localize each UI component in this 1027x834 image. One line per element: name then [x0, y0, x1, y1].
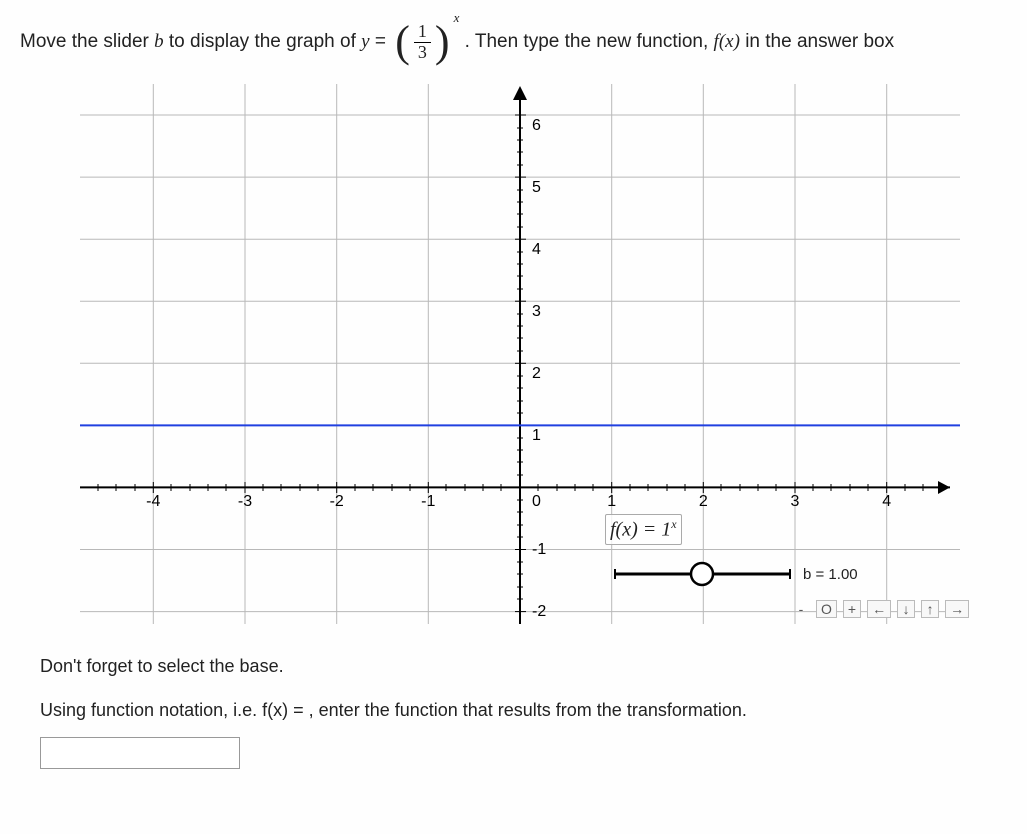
coordinate-plane[interactable]: -4 -3 -2 -1 0 1 2 3 4 -2 -1 1 2 3 4 5 6: [80, 84, 960, 624]
x-tick-0: 0: [532, 493, 541, 510]
y-tick-3: 3: [532, 303, 541, 320]
x-tick--3: -3: [238, 493, 252, 510]
instr-part3: . Then type the new function,: [465, 31, 714, 52]
reminder-text: Don't forget to select the base.: [40, 649, 987, 683]
function-label: f(x) = 1x: [605, 514, 682, 545]
zoom-in-button[interactable]: +: [843, 600, 861, 618]
y-tick-1: 1: [532, 427, 541, 444]
var-y: y: [361, 31, 369, 52]
x-tick-4: 4: [882, 493, 891, 510]
prompt-text: Using function notation, i.e. f(x) = , e…: [40, 693, 987, 727]
denominator: 3: [414, 43, 431, 63]
x-tick-3: 3: [791, 493, 800, 510]
instr-part2: to display the graph of: [169, 31, 361, 52]
instr-part4: in the answer box: [745, 31, 894, 52]
y-tick--2: -2: [532, 603, 546, 620]
prompt-a: Using function notation, i.e.: [40, 700, 262, 720]
graph-panel[interactable]: -4 -3 -2 -1 0 1 2 3 4 -2 -1 1 2 3 4 5 6: [80, 84, 960, 624]
right-paren: ): [435, 20, 450, 64]
var-b: b: [154, 31, 164, 52]
pan-up-button[interactable]: ↑: [921, 600, 939, 618]
exponent-x: x: [454, 10, 460, 25]
left-paren: (: [395, 20, 410, 64]
pan-left-button[interactable]: ←: [867, 600, 891, 618]
prompt-fx: f(x) =: [262, 700, 309, 720]
fn-text: f(x) = 1: [610, 519, 671, 541]
y-axis-arrow: [513, 86, 527, 100]
x-axis-arrow: [938, 481, 950, 494]
slider-value-label: b = 1.00: [803, 566, 858, 583]
prompt-b: , enter the function that results from t…: [309, 700, 747, 720]
y-tick-5: 5: [532, 179, 541, 196]
toolbar-dash: -: [792, 601, 810, 617]
slider-handle[interactable]: [691, 563, 713, 585]
y-tick--1: -1: [532, 541, 546, 558]
fn-exp: x: [671, 517, 676, 531]
fraction-expression: ( 1 3 ): [395, 20, 449, 64]
graph-toolbar: - O + ← ↓ ↑ →: [792, 600, 969, 618]
x-tick--1: -1: [421, 493, 435, 510]
pan-right-button[interactable]: →: [945, 600, 969, 618]
y-tick-4: 4: [532, 241, 541, 258]
x-tick-1: 1: [607, 493, 616, 510]
fraction: 1 3: [410, 22, 435, 63]
y-tick-6: 6: [532, 117, 541, 134]
y-tick-2: 2: [532, 365, 541, 382]
pan-down-button[interactable]: ↓: [897, 600, 915, 618]
instruction-text: Move the slider b to display the graph o…: [20, 20, 1007, 64]
x-tick--4: -4: [146, 493, 160, 510]
slider-b[interactable]: [615, 563, 790, 585]
fx-notation: f(x): [714, 31, 740, 52]
instr-part1: Move the slider: [20, 31, 154, 52]
answer-input[interactable]: [40, 737, 240, 769]
x-tick-2: 2: [699, 493, 708, 510]
numerator: 1: [414, 22, 431, 43]
reset-button[interactable]: O: [816, 600, 837, 618]
x-tick--2: -2: [330, 493, 344, 510]
equals-sign: =: [375, 31, 391, 52]
